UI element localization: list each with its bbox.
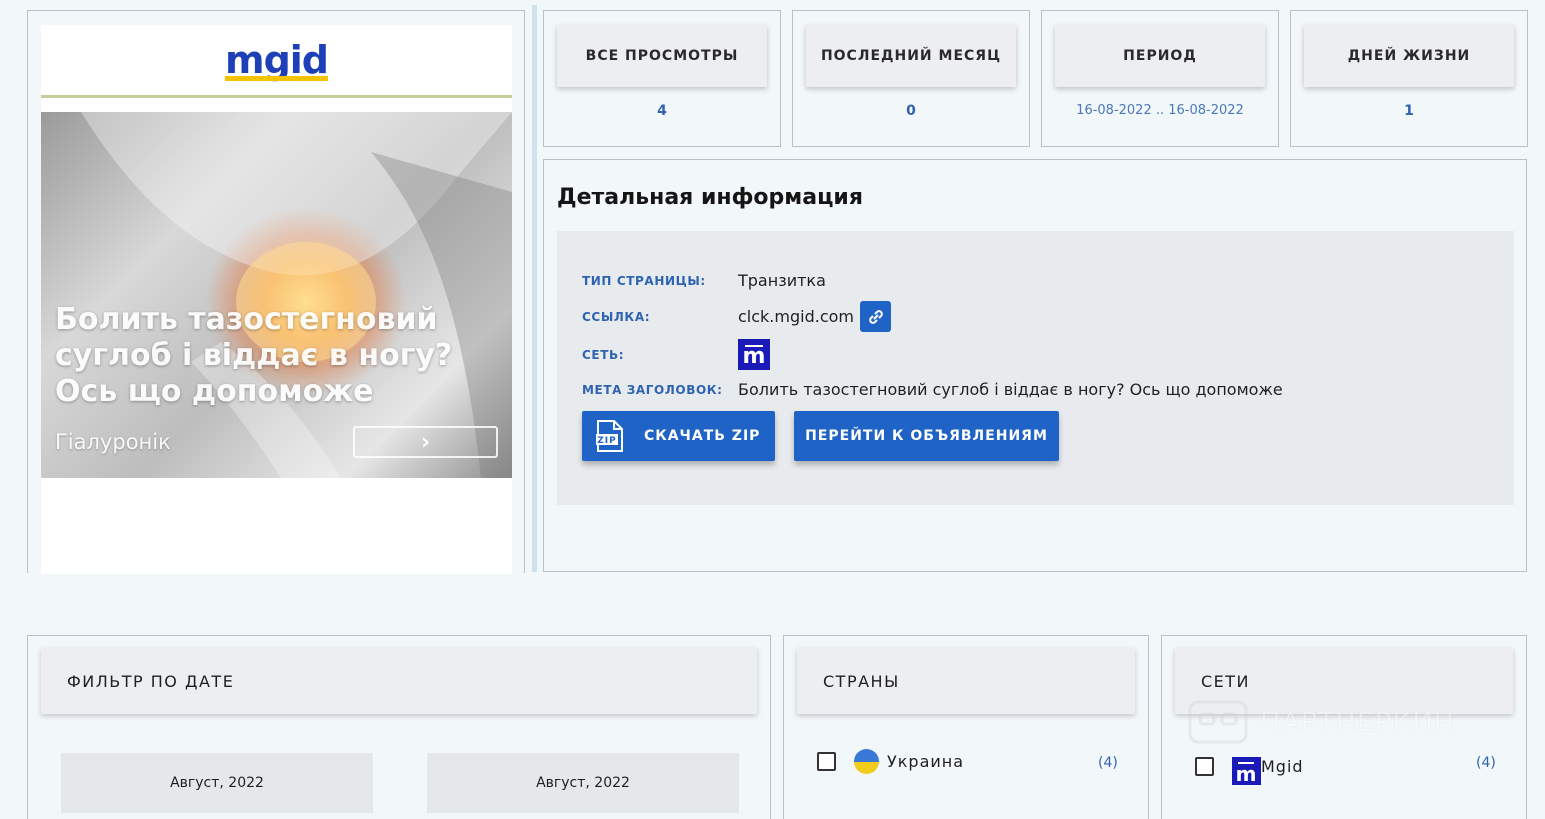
network-logo-header: mgid — [41, 25, 512, 98]
networks-filter-title: СЕТИ — [1175, 648, 1513, 714]
country-checkbox[interactable] — [817, 752, 836, 771]
svg-text:ZIP: ZIP — [597, 436, 616, 446]
detail-value: Болить тазостегновий суглоб і віддає в н… — [738, 380, 1283, 399]
details-panel: Детальная информация ТИП СТРАНИЦЫ: Транз… — [543, 159, 1527, 572]
detail-row-meta-title: МЕТА ЗАГОЛОВОК: Болить тазостегновий суг… — [582, 380, 1283, 399]
ad-preview-card: mgid Болить тазостегновий суглоб і відда… — [41, 25, 512, 574]
panel-divider — [532, 5, 537, 572]
stat-value: 0 — [906, 103, 916, 119]
mgid-logo: mgid — [224, 38, 329, 82]
date-filter-title: ФИЛЬТР ПО ДАТЕ — [41, 648, 757, 714]
stat-card-period: ПЕРИОД 16-08-2022 .. 16-08-2022 — [1041, 10, 1279, 147]
ad-arrow-button[interactable]: › — [353, 426, 498, 458]
countries-filter-panel: СТРАНЫ Украина (4) — [783, 635, 1149, 819]
country-count: (4) — [1098, 755, 1118, 771]
date-to-picker[interactable]: Август, 2022 — [427, 753, 739, 813]
ukraine-flag-icon — [854, 749, 879, 774]
detail-row-page-type: ТИП СТРАНИЦЫ: Транзитка — [582, 271, 826, 290]
date-from-picker[interactable]: Август, 2022 — [61, 753, 373, 813]
link-icon — [868, 309, 883, 324]
stat-card-all-views: ВСЕ ПРОСМОТРЫ 4 — [543, 10, 781, 147]
network-count: (4) — [1476, 755, 1496, 771]
ad-creative-image[interactable]: Болить тазостегновий суглоб і віддає в н… — [41, 112, 512, 478]
download-zip-button[interactable]: ZIP СКАЧАТЬ ZIP — [582, 411, 775, 461]
country-name: Украина — [887, 752, 965, 771]
download-zip-label: СКАЧАТЬ ZIP — [644, 428, 761, 444]
stat-card-last-month: ПОСЛЕДНИЙ МЕСЯЦ 0 — [792, 10, 1030, 147]
stat-value: 16-08-2022 .. 16-08-2022 — [1076, 103, 1244, 118]
stat-value: 4 — [657, 103, 667, 119]
stat-value: 1 — [1404, 103, 1414, 119]
network-checkbox[interactable] — [1195, 756, 1214, 776]
networks-filter-panel: СЕТИ m Mgid (4) — [1161, 635, 1527, 819]
chevron-right-icon: › — [420, 429, 431, 455]
detail-row-network: СЕТЬ: m — [582, 339, 770, 370]
hip-illustration — [81, 112, 512, 478]
detail-value: Транзитка — [738, 271, 826, 290]
date-filter-panel: ФИЛЬТР ПО ДАТЕ Август, 2022 Август, 2022 — [27, 635, 771, 819]
ad-preview-panel: mgid Болить тазостегновий суглоб і відда… — [27, 10, 525, 574]
detail-row-link: ССЫЛКА: clck.mgid.com — [582, 301, 891, 332]
mgid-logo-underline — [224, 76, 329, 81]
network-name: Mgid — [1261, 756, 1304, 776]
country-item[interactable]: Украина — [817, 749, 964, 774]
link-value[interactable]: clck.mgid.com — [738, 307, 854, 326]
ad-headline: Болить тазостегновий суглоб і віддає в н… — [55, 302, 453, 409]
detail-label: ССЫЛКА: — [582, 309, 651, 324]
details-box: ТИП СТРАНИЦЫ: Транзитка ССЫЛКА: clck.mgi… — [557, 231, 1514, 505]
go-to-ads-button[interactable]: ПЕРЕЙТИ К ОБЪЯВЛЕНИЯМ — [794, 411, 1059, 461]
countries-filter-title: СТРАНЫ — [797, 648, 1135, 714]
detail-label: ТИП СТРАНИЦЫ: — [582, 273, 706, 288]
mgid-network-icon: m — [1232, 757, 1261, 786]
stat-label: ВСЕ ПРОСМОТРЫ — [557, 25, 767, 87]
ad-brand: Гіалуронік — [55, 430, 171, 454]
stat-label: ПОСЛЕДНИЙ МЕСЯЦ — [806, 25, 1016, 87]
go-to-ads-label: ПЕРЕЙТИ К ОБЪЯВЛЕНИЯМ — [805, 428, 1048, 444]
detail-label: СЕТЬ: — [582, 347, 625, 362]
stat-card-days-alive: ДНЕЙ ЖИЗНИ 1 — [1290, 10, 1528, 147]
stat-label: ДНЕЙ ЖИЗНИ — [1304, 25, 1514, 87]
mgid-network-icon: m — [738, 339, 770, 370]
stat-label: ПЕРИОД — [1055, 25, 1265, 87]
details-title: Детальная информация — [557, 185, 863, 210]
open-link-button[interactable] — [860, 301, 891, 332]
network-item[interactable]: m Mgid — [1195, 747, 1304, 786]
zip-file-icon: ZIP — [596, 420, 624, 452]
detail-label: МЕТА ЗАГОЛОВОК: — [582, 382, 723, 397]
